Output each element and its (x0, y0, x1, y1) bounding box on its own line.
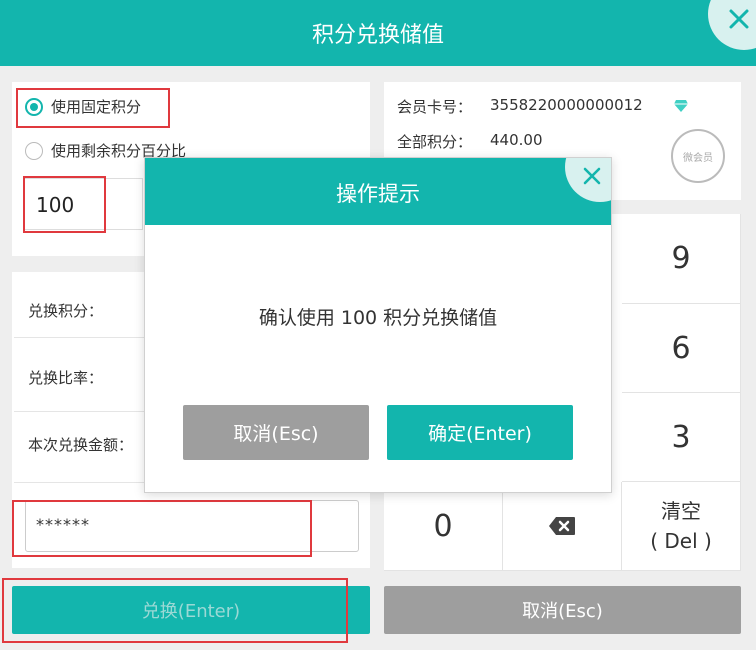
key-6[interactable]: 6 (622, 304, 741, 393)
title-bar: 积分兑换储值 (0, 0, 756, 66)
exchange-points-label: 兑换积分： (28, 302, 104, 320)
dialog-header: 操作提示 (145, 158, 611, 225)
highlight-box (23, 176, 106, 233)
key-0[interactable]: 0 (384, 482, 503, 571)
window-title: 积分兑换储值 (311, 23, 444, 48)
key-9[interactable]: 9 (622, 214, 741, 304)
exchange-ratio-label: 兑换比率： (28, 369, 104, 387)
key-3[interactable]: 3 (622, 393, 741, 482)
close-icon (583, 167, 601, 185)
highlight-box (2, 578, 348, 643)
dialog-title: 操作提示 (336, 182, 420, 206)
cancel-button[interactable]: 取消(Esc) (384, 586, 741, 634)
clear-key-label: 清空 (661, 499, 701, 523)
clear-key[interactable]: 清空 ( Del ) (622, 482, 741, 571)
dialog-message: 确认使用 100 积分兑换储值 (258, 307, 498, 329)
total-points-label: 全部积分： (397, 133, 473, 151)
card-number-value: 3558220000000012 (490, 96, 643, 114)
radio-unchecked-icon[interactable] (25, 141, 43, 160)
clear-key-shortcut: ( Del ) (650, 529, 712, 553)
highlight-box (12, 500, 312, 557)
total-points-value: 440.00 (490, 131, 543, 149)
backspace-icon (549, 517, 575, 535)
stamp-text: 微会员 (683, 152, 713, 164)
member-stamp-icon: 微会员 (671, 129, 725, 183)
diamond-icon (674, 100, 688, 112)
backspace-key[interactable] (503, 482, 622, 571)
confirm-dialog: 操作提示 确认使用 100 积分兑换储值 取消(Esc) 确定(Enter) (144, 157, 612, 493)
dialog-cancel-button[interactable]: 取消(Esc) (183, 405, 369, 460)
close-icon (729, 9, 749, 29)
highlight-box (16, 88, 170, 128)
card-number-label: 会员卡号： (397, 98, 473, 116)
dialog-confirm-button[interactable]: 确定(Enter) (387, 405, 573, 460)
